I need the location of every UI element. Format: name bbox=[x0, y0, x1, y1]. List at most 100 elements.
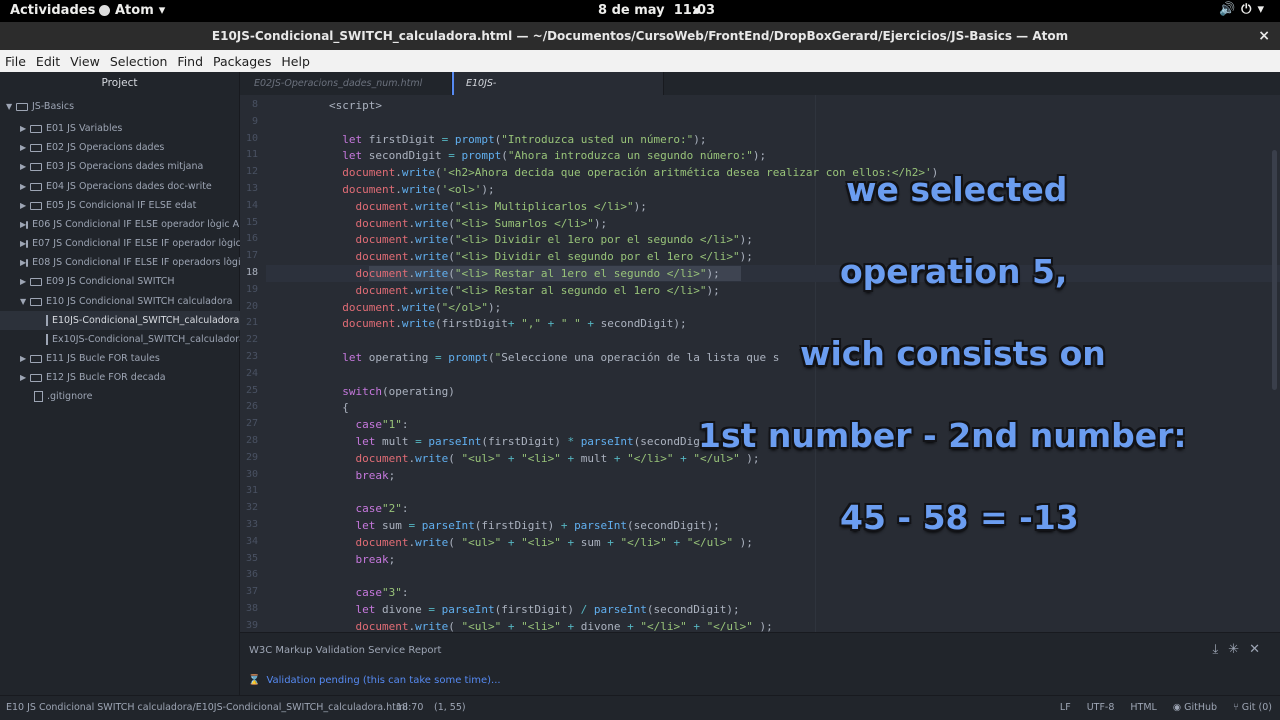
code-line: let operating = prompt("Seleccione una o… bbox=[342, 351, 780, 364]
cursor-position[interactable]: 18:70 bbox=[396, 702, 423, 713]
tree-item[interactable]: E10JS-Condicional_SWITCH_calculadora.htm… bbox=[0, 311, 240, 330]
tree-item-label: E09 JS Condicional SWITCH bbox=[46, 276, 175, 287]
grammar[interactable]: HTML bbox=[1130, 702, 1156, 713]
tree-item[interactable]: ▼ E10 JS Condicional SWITCH calculadora bbox=[20, 292, 240, 311]
line-number: 24 bbox=[245, 367, 258, 379]
github-button[interactable]: ◉ GitHub bbox=[1173, 702, 1217, 713]
tree-item[interactable]: ▶ E12 JS Bucle FOR decada bbox=[20, 368, 240, 387]
caption-line-1: we selected bbox=[846, 170, 1068, 209]
tab-label: E02JS-Operacions_dades_num.html bbox=[254, 78, 423, 89]
activities-button[interactable]: Actividades bbox=[10, 3, 95, 18]
tree-root-folder[interactable]: ▼ JS-Basics bbox=[6, 97, 74, 116]
line-number: 13 bbox=[245, 183, 258, 194]
chevron-right-icon: ▶ bbox=[20, 373, 27, 382]
line-number: 10 bbox=[245, 132, 258, 144]
tree-item[interactable]: ▶ E11 JS Bucle FOR taules bbox=[20, 349, 240, 368]
file-icon bbox=[46, 334, 48, 345]
line-number: 30 bbox=[245, 468, 258, 480]
vertical-scrollbar[interactable] bbox=[1272, 150, 1277, 390]
app-menu-button[interactable]: Atom ▾ bbox=[99, 3, 165, 18]
tree-item[interactable]: ▶ E02 JS Operacions dades bbox=[20, 138, 240, 157]
folder-icon bbox=[26, 220, 29, 229]
recording-indicator-icon bbox=[694, 8, 700, 14]
line-number: 38 bbox=[245, 603, 258, 614]
line-ending[interactable]: LF bbox=[1060, 702, 1071, 713]
menu-selection[interactable]: Selection bbox=[110, 54, 168, 69]
menu-find[interactable]: Find bbox=[177, 54, 203, 69]
folder-icon bbox=[30, 143, 42, 152]
tree-item-label: E12 JS Bucle FOR decada bbox=[46, 372, 166, 383]
tree-item[interactable]: ▶ E09 JS Condicional SWITCH bbox=[20, 272, 240, 291]
tree-item[interactable]: ▶ E07 JS Condicional IF ELSE IF operador … bbox=[20, 234, 240, 253]
menu-packages[interactable]: Packages bbox=[213, 54, 271, 69]
tree-view-title: Project bbox=[101, 77, 138, 89]
line-number: 23 bbox=[245, 351, 258, 362]
tree-item-label: E04 JS Operacions dades doc-write bbox=[46, 181, 212, 192]
tree-item[interactable]: ▶ E06 JS Condicional IF ELSE operador lòg… bbox=[20, 215, 240, 234]
window-title-bar: E10JS-Condicional_SWITCH_calculadora.htm… bbox=[0, 22, 1280, 50]
code-line: document.write("<li> Multiplicarlos </li… bbox=[355, 199, 647, 213]
code-line: case"2": bbox=[355, 502, 409, 516]
tree-item[interactable]: .gitignore bbox=[34, 387, 240, 406]
tree-item-label: E10JS-Condicional_SWITCH_calculadora.htm… bbox=[52, 315, 240, 326]
folder-icon bbox=[30, 354, 42, 363]
validation-status-text: Validation pending (this can take some t… bbox=[266, 675, 501, 686]
tree-item[interactable]: ▶ E04 JS Operacions dades doc-write bbox=[20, 177, 240, 196]
tree-item[interactable]: ▶ E03 JS Operacions dades mitjana bbox=[20, 157, 240, 176]
code-line: let mult = parseInt(firstDigit) * parseI… bbox=[355, 435, 700, 448]
file-path[interactable]: E10 JS Condicional SWITCH calculadora/E1… bbox=[6, 702, 408, 713]
caption-line-5: 45 - 58 = -13 bbox=[840, 498, 1079, 537]
tree-item[interactable]: ▶ E01 JS Variables bbox=[20, 119, 240, 138]
tree-item[interactable]: Ex10JS-Condicional_SWITCH_calculadora.pd… bbox=[0, 330, 240, 349]
git-branch-icon: ⑂ bbox=[1233, 702, 1242, 713]
project-tree-view: Project ▼ JS-Basics ▶ E01 JS Variables ▶ E0… bbox=[0, 72, 240, 695]
folder-icon bbox=[30, 277, 42, 286]
tree-item[interactable]: ▶ E08 JS Condicional IF ELSE IF operadors… bbox=[20, 253, 240, 272]
chevron-right-icon: ▶ bbox=[20, 182, 27, 191]
menu-file[interactable]: File bbox=[5, 54, 26, 69]
status-bar: E10 JS Condicional SWITCH calculadora/E1… bbox=[0, 695, 1280, 720]
tree-item-label: Ex10JS-Condicional_SWITCH_calculadora.pd… bbox=[52, 334, 240, 345]
tree-item-label: E07 JS Condicional IF ELSE IF operador l… bbox=[32, 238, 240, 249]
menu-view[interactable]: View bbox=[70, 54, 100, 69]
folder-icon bbox=[30, 162, 42, 171]
line-number: 14 bbox=[245, 199, 258, 211]
git-button[interactable]: ⑂ Git (0) bbox=[1233, 702, 1272, 713]
line-number: 26 bbox=[245, 401, 258, 413]
selection-count[interactable]: (1, 55) bbox=[434, 702, 466, 713]
tab-e10-switch-calculadora[interactable]: E10JS-Condicional_SWITCH_calculadora.ht.… bbox=[452, 72, 664, 112]
line-number: 31 bbox=[245, 485, 258, 497]
close-panel-icon[interactable]: ✕ bbox=[1249, 642, 1270, 657]
tree-item-label: E10 JS Condicional SWITCH calculadora bbox=[46, 296, 233, 307]
line-number: 12 bbox=[245, 166, 258, 178]
volume-icon: 🔊 bbox=[1218, 2, 1242, 17]
date-text: 8 de may bbox=[598, 3, 665, 18]
encoding[interactable]: UTF-8 bbox=[1087, 702, 1115, 713]
tree-item-label: E06 JS Condicional IF ELSE operador lògi… bbox=[32, 219, 240, 230]
close-window-icon[interactable]: × bbox=[1258, 22, 1270, 50]
line-number-gutter: 8 9 10 11 12 13 14 15 16 17 18 19 20 21 22 23 24 25 26 27 28… bbox=[240, 95, 266, 632]
code-line: document.write("<li> Restar al segundo e… bbox=[355, 283, 720, 297]
tree-item[interactable]: ▶ E05 JS Condicional IF ELSE edat bbox=[20, 196, 240, 215]
system-menu[interactable]: 🔊⏻▾ bbox=[1219, 2, 1270, 17]
git-label: Git (0) bbox=[1241, 702, 1272, 713]
line-number: 19 bbox=[245, 283, 258, 295]
menu-help[interactable]: Help bbox=[281, 54, 310, 69]
code-line: document.write(firstDigit+ "," + " " + s… bbox=[342, 317, 687, 331]
line-number: 17 bbox=[245, 250, 258, 262]
line-number: 20 bbox=[245, 300, 258, 312]
download-icon[interactable]: ⤓ bbox=[1212, 642, 1228, 657]
menu-edit[interactable]: Edit bbox=[36, 54, 60, 69]
chevron-down-icon: ▼ bbox=[20, 297, 27, 306]
bug-icon[interactable]: ✳ bbox=[1228, 642, 1249, 657]
github-label: GitHub bbox=[1184, 702, 1218, 713]
folder-icon bbox=[30, 373, 42, 382]
chevron-right-icon: ▶ bbox=[20, 124, 27, 133]
code-line: document.write('<ol>'); bbox=[342, 183, 495, 196]
tree-item-label: .gitignore bbox=[47, 391, 93, 402]
tab-e02-operacions[interactable]: E02JS-Operacions_dades_num.html bbox=[240, 72, 452, 95]
line-number: 39 bbox=[245, 619, 258, 631]
code-line: document.write('<h2>Ahora decida que ope… bbox=[342, 166, 939, 180]
line-number: 37 bbox=[245, 586, 258, 598]
code-editor[interactable]: 8 9 10 11 12 13 14 15 16 17 18 19 20 21 22 23 24 25 26 27 28… bbox=[240, 95, 1280, 632]
